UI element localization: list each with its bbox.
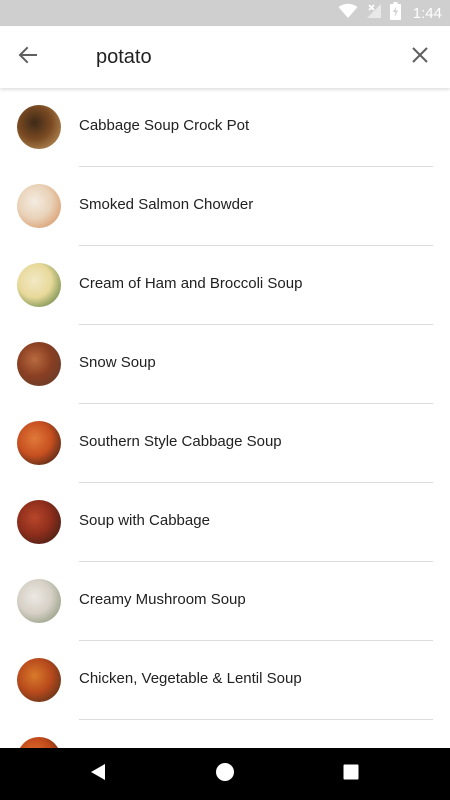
search-input[interactable]: [96, 42, 376, 72]
nav-home-icon: [215, 762, 235, 787]
recipe-title: Southern Style Cabbage Soup: [79, 433, 282, 450]
recipe-thumbnail: [17, 263, 61, 307]
battery-charging-icon: [389, 1, 401, 25]
recipe-title: Snow Soup: [79, 354, 156, 371]
list-item[interactable]: Smoked Salmon Chowder: [0, 167, 450, 246]
status-time: 1:44: [412, 4, 442, 22]
recipe-thumbnail: [17, 421, 61, 465]
clear-search-button[interactable]: [406, 43, 434, 71]
recipe-thumbnail: [17, 579, 61, 623]
recipe-thumbnail: [17, 342, 61, 386]
nav-recents-button[interactable]: [339, 762, 363, 786]
recipe-title: Cabbage Soup Crock Pot: [79, 117, 250, 134]
results-list: Cabbage Soup Crock Pot Smoked Salmon Cho…: [0, 88, 450, 748]
nav-recents-icon: [342, 763, 360, 786]
navigation-bar: [0, 748, 450, 800]
list-item[interactable]: [0, 720, 450, 748]
recipe-thumbnail: [17, 500, 61, 544]
nav-back-button[interactable]: [86, 762, 110, 786]
list-item[interactable]: Chicken, Vegetable & Lentil Soup: [0, 641, 450, 720]
status-icons: 1:44: [338, 0, 442, 26]
list-item[interactable]: Snow Soup: [0, 325, 450, 404]
nav-back-icon: [89, 763, 107, 786]
recipe-title: Chicken, Vegetable & Lentil Soup: [79, 670, 302, 687]
close-icon: [411, 46, 429, 69]
status-bar: 1:44: [0, 0, 450, 26]
recipe-thumbnail: [17, 184, 61, 228]
nav-home-button[interactable]: [213, 762, 237, 786]
recipe-thumbnail: [17, 105, 61, 149]
no-signal-icon: [366, 3, 382, 24]
recipe-title: Soup with Cabbage: [79, 512, 210, 529]
screen: 1:44 Cabbage Soup Crock Pot: [0, 0, 450, 800]
recipe-thumbnail: [17, 737, 61, 748]
wifi-icon: [338, 3, 358, 24]
search-bar: [0, 26, 450, 88]
list-item[interactable]: Cabbage Soup Crock Pot: [0, 88, 450, 167]
list-item[interactable]: Soup with Cabbage: [0, 483, 450, 562]
recipe-title: Creamy Mushroom Soup: [79, 591, 246, 608]
back-button[interactable]: [14, 43, 42, 71]
recipe-title: Cream of Ham and Broccoli Soup: [79, 275, 303, 292]
list-item[interactable]: Southern Style Cabbage Soup: [0, 404, 450, 483]
list-item[interactable]: Cream of Ham and Broccoli Soup: [0, 246, 450, 325]
list-item[interactable]: Creamy Mushroom Soup: [0, 562, 450, 641]
arrow-left-icon: [18, 45, 38, 70]
recipe-title: Smoked Salmon Chowder: [79, 196, 254, 213]
recipe-thumbnail: [17, 658, 61, 702]
